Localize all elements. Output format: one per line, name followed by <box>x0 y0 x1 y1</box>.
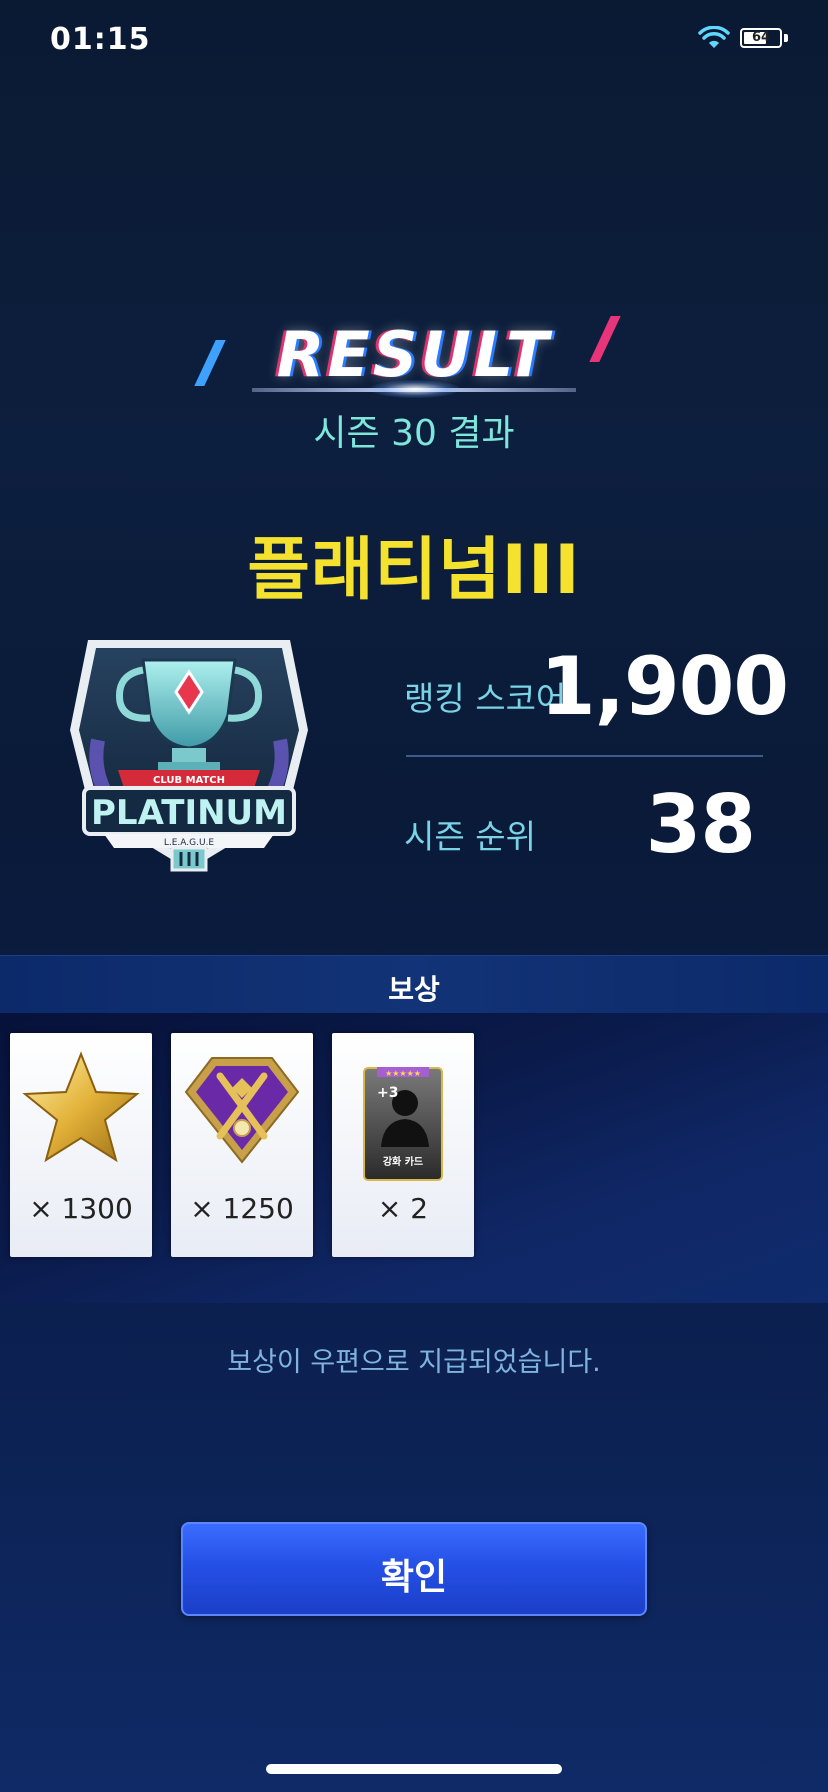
reward-card-enhance[interactable]: ★★★★★ +3 강화 카드 × 2 <box>332 1033 474 1257</box>
stats-divider <box>406 755 763 757</box>
battery-cap <box>784 34 788 42</box>
reward-notice: 보상이 우편으로 지급되었습니다. <box>227 1347 601 1378</box>
confirm-button[interactable]: 확인 <box>181 1522 647 1616</box>
reward-count: × 1300 <box>29 1192 133 1225</box>
badge-main-text: PLATINUM <box>91 793 287 833</box>
reward-header: 보상 <box>0 955 828 1014</box>
status-bar: 01:15 64 <box>0 0 828 80</box>
reward-count: × 1250 <box>190 1192 294 1225</box>
battery-percent: 64 <box>751 30 771 45</box>
season-rank-label: 시즌 순위 <box>404 817 536 856</box>
ranking-score-value: 1,900 <box>540 640 789 733</box>
gold-star-icon <box>22 1051 140 1163</box>
badge-top-text: CLUB MATCH <box>153 775 225 786</box>
season-rank-value: 38 <box>645 778 756 871</box>
home-indicator[interactable] <box>266 1764 562 1774</box>
season-subtitle: 시즌 30 결과 <box>313 413 515 454</box>
card-label: 강화 카드 <box>383 1155 423 1168</box>
enhance-card-icon: ★★★★★ +3 강화 카드 <box>363 1067 443 1181</box>
confirm-button-label: 확인 <box>380 1557 448 1598</box>
card-stars: ★★★★★ <box>385 1069 421 1078</box>
status-time: 01:15 <box>50 22 151 57</box>
title-glow <box>370 380 460 398</box>
reward-title: 보상 <box>388 973 440 1006</box>
reward-count: × 2 <box>377 1192 429 1225</box>
wifi-icon <box>698 26 730 48</box>
tier-name: 플래티넘III <box>247 531 581 610</box>
reward-card-stars[interactable]: × 1300 <box>10 1033 152 1257</box>
platinum-league-badge-icon: CLUB MATCH PLATINUM L.E.A.G.U.E <box>70 640 308 872</box>
purple-diamond-emblem-icon <box>184 1057 300 1164</box>
card-bonus: +3 <box>377 1085 398 1101</box>
reward-card-emblem[interactable]: × 1250 <box>171 1033 313 1257</box>
